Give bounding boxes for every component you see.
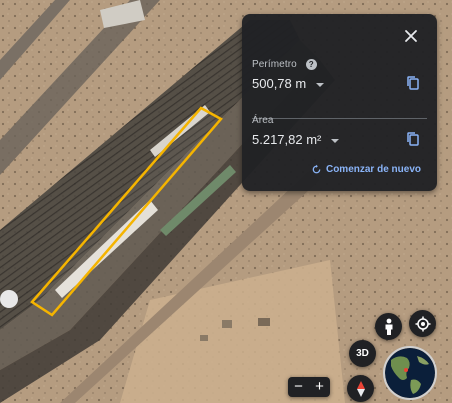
3d-toggle-button[interactable]: 3D bbox=[349, 340, 376, 367]
my-location-icon bbox=[415, 316, 430, 331]
street-view-button[interactable] bbox=[375, 313, 402, 340]
my-location-button[interactable] bbox=[409, 310, 436, 337]
area-label: Área bbox=[252, 115, 274, 126]
pegman-icon bbox=[385, 318, 392, 335]
measure-panel: Perímetro ? 500,78 m Área 5.217,82 m² Co… bbox=[242, 14, 437, 191]
compass-icon bbox=[356, 380, 365, 397]
restart-button[interactable]: Comenzar de nuevo bbox=[311, 164, 421, 175]
globe-view-button[interactable] bbox=[383, 346, 437, 400]
divider bbox=[252, 118, 427, 119]
perimeter-value: 500,78 m bbox=[252, 76, 307, 91]
help-icon[interactable]: ? bbox=[305, 59, 317, 70]
chevron-down-icon[interactable] bbox=[315, 82, 324, 87]
perimeter-label-row: Perímetro ? bbox=[252, 59, 317, 70]
area-value-row: 5.217,82 m² bbox=[252, 132, 339, 147]
zoom-in-button[interactable]: + bbox=[309, 377, 330, 397]
copy-icon[interactable] bbox=[405, 131, 421, 147]
chevron-down-icon[interactable] bbox=[331, 138, 339, 143]
zoom-out-button[interactable]: − bbox=[288, 377, 309, 397]
compass-button[interactable] bbox=[347, 375, 374, 402]
globe-icon bbox=[385, 348, 435, 398]
restart-label: Comenzar de nuevo bbox=[325, 164, 421, 175]
area-value: 5.217,82 m² bbox=[252, 132, 322, 147]
perimeter-value-row: 500,78 m bbox=[252, 76, 324, 91]
zoom-control: − + bbox=[288, 377, 330, 397]
close-icon[interactable] bbox=[402, 27, 420, 45]
perimeter-label: Perímetro bbox=[252, 59, 297, 70]
restart-icon bbox=[312, 164, 321, 174]
copy-icon[interactable] bbox=[405, 75, 421, 91]
